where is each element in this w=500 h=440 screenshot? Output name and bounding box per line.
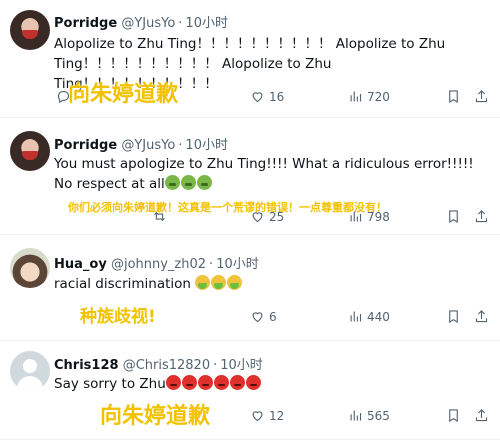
share-button[interactable] [474,408,493,423]
display-name[interactable]: Porridge [54,138,117,153]
bookmark-button[interactable] [446,89,465,104]
nauseated-face-emoji [180,175,196,190]
bookmark-icon [449,409,458,423]
separator-dot: · [178,16,183,31]
vomiting-face-emoji [195,275,211,290]
share-icon [475,90,488,103]
user-handle[interactable]: @YJusYo [121,16,175,31]
share-icon [475,210,488,223]
nauseated-face-emoji [196,175,212,190]
user-handle[interactable]: @YJusYo [121,138,175,153]
bookmark-button[interactable] [446,209,465,224]
views-button[interactable]: 798 [348,209,390,224]
tweet-header: Hua_oy @johnny_zh02 · 10小时 [54,253,259,272]
user-handle[interactable]: @Chris12820 [123,358,210,373]
tweet[interactable]: Porridge @YJusYo · 10小时 Alopolize to Zhu T… [0,0,500,118]
tweet-text-wrap: You must apologize to Zhu Ting!!!! What … [54,154,490,194]
like-count: 6 [269,309,277,324]
separator-dot: · [213,358,218,373]
retweet-button[interactable] [152,209,171,224]
tweet[interactable]: Porridge @YJusYo · 10小时 You must apologize… [0,119,500,235]
separator-dot: · [209,257,214,272]
views-count: 720 [367,89,390,104]
share-button[interactable] [474,309,493,324]
tweet-text: Say sorry to Zhu [54,376,166,392]
reply-button[interactable] [56,89,75,104]
bookmark-icon [449,210,458,224]
like-count: 25 [269,209,285,224]
tweet-header: Chris128 @Chris12820 · 10小时 [54,354,263,373]
bookmark-icon [449,310,458,324]
reply-icon [57,90,70,104]
avatar[interactable] [10,131,50,171]
share-icon [475,310,488,323]
share-button[interactable] [474,209,493,224]
views-icon [350,91,362,102]
tweet-actions: 6 440 [0,309,500,327]
vomiting-face-emoji [211,275,227,290]
display-name[interactable]: Hua_oy [54,257,107,272]
tweet-header: Porridge @YJusYo · 10小时 [54,12,228,31]
like-button[interactable]: 25 [250,209,284,224]
tweet-text-wrap: racial discrimination [54,274,490,294]
angry-face-emoji [181,375,197,390]
tweet-actions: 12 565 [0,408,500,426]
views-button[interactable]: 565 [348,408,390,423]
views-icon [350,211,362,222]
views-count: 440 [367,309,390,324]
heart-icon [252,92,263,103]
timestamp[interactable]: 10小时 [185,16,228,31]
heart-icon [252,212,263,223]
tweet-text-wrap: Say sorry to Zhu [54,374,490,394]
like-count: 16 [269,89,285,104]
angry-face-emoji [165,375,181,390]
vomiting-face-emoji [227,275,243,290]
tweet-actions: 25 798 [0,209,500,227]
tweet[interactable]: Hua_oy @johnny_zh02 · 10小时 racial discrimi… [0,236,500,341]
tweet-actions: 16 720 [0,89,500,107]
share-icon [475,409,488,422]
angry-face-emoji [245,375,261,390]
tweet-text: racial discrimination [54,276,191,292]
avatar[interactable] [10,248,50,288]
views-button[interactable]: 720 [348,89,390,104]
timestamp[interactable]: 10小时 [220,358,263,373]
heart-icon [252,411,263,422]
heart-icon [252,312,263,323]
timestamp[interactable]: 10小时 [216,257,259,272]
like-button[interactable]: 12 [250,408,284,423]
bookmark-button[interactable] [446,408,465,423]
angry-face-emoji [213,375,229,390]
bookmark-button[interactable] [446,309,465,324]
views-button[interactable]: 440 [348,309,390,324]
angry-face-emoji [197,375,213,390]
avatar[interactable] [10,351,50,391]
tweet-text: You must apologize to Zhu Ting!!!! What … [54,156,474,192]
tweet-header: Porridge @YJusYo · 10小时 [54,134,228,153]
timestamp[interactable]: 10小时 [185,138,228,153]
bookmark-icon [449,90,458,104]
display-name[interactable]: Chris128 [54,358,119,373]
angry-face-emoji [229,375,245,390]
avatar[interactable] [10,10,50,50]
views-icon [350,311,362,322]
user-handle[interactable]: @johnny_zh02 [111,257,206,272]
tweet[interactable]: Chris128 @Chris12820 · 10小时 Say sorry to Z… [0,342,500,440]
separator-dot: · [178,138,183,153]
like-button[interactable]: 16 [250,89,284,104]
display-name[interactable]: Porridge [54,16,117,31]
views-count: 798 [367,209,390,224]
views-count: 565 [367,408,390,423]
like-count: 12 [269,408,285,423]
like-button[interactable]: 6 [250,309,277,324]
nauseated-face-emoji [164,175,180,190]
views-icon [350,410,362,421]
retweet-icon [154,211,165,222]
share-button[interactable] [474,89,493,104]
